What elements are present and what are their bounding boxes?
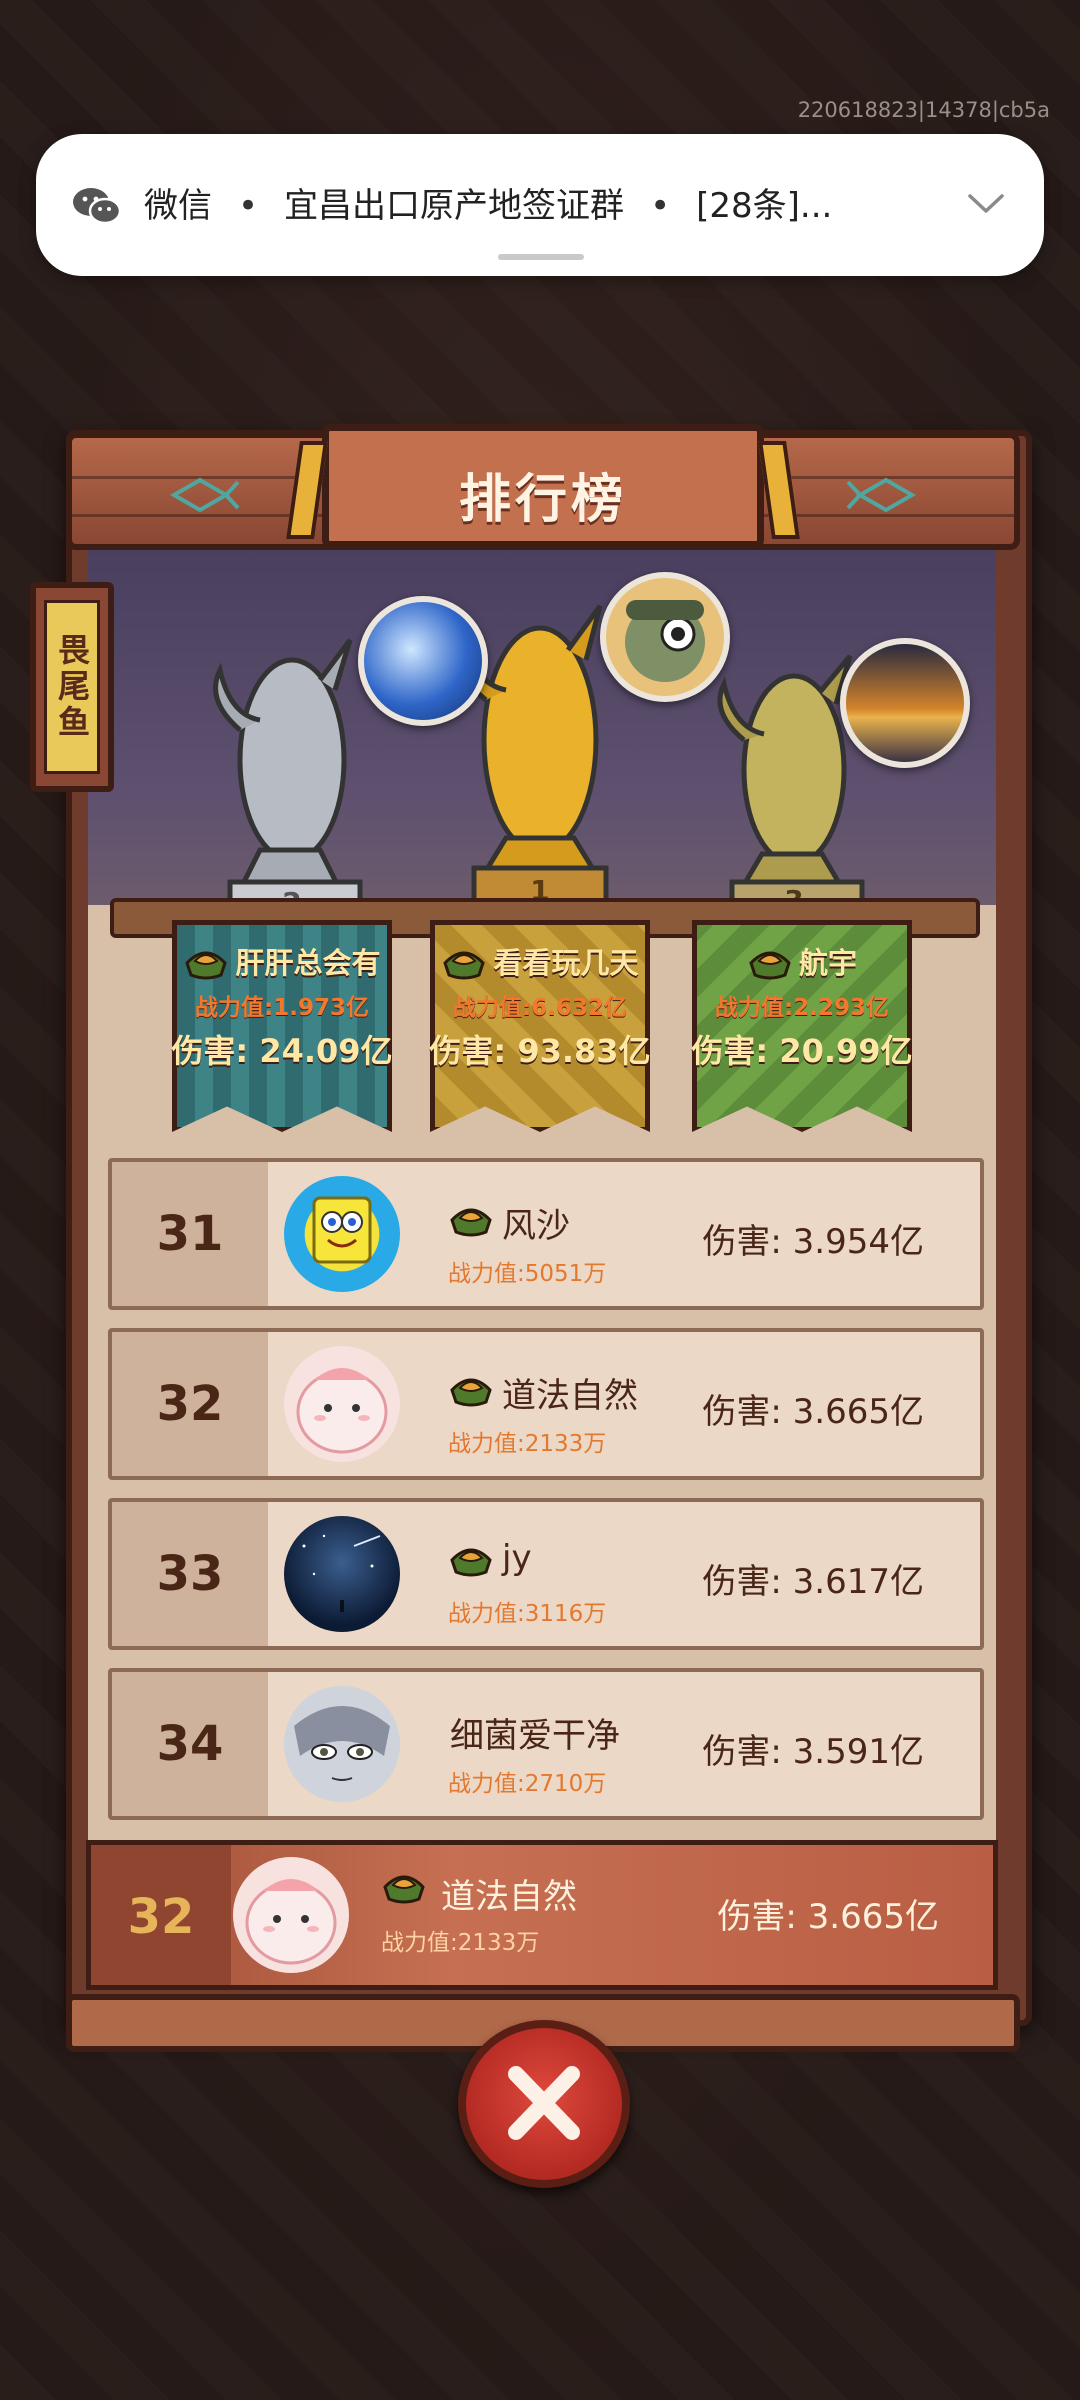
chevron-down-icon[interactable]	[966, 192, 1006, 216]
self-player-damage: 伤害: 3.665亿	[717, 1897, 939, 1937]
top-player-power: 战力值:2.293亿	[715, 995, 889, 1021]
rank-badge-icon	[383, 1875, 425, 1904]
wechat-icon	[73, 188, 122, 225]
row-rank: 32	[156, 1376, 224, 1432]
row-rank: 31	[156, 1206, 224, 1262]
build-id: 220618823|14378|cb5a	[797, 98, 1050, 122]
ranking-list[interactable]: 31 风沙 战力值:5051万 伤害: 3.954亿 32 道法自然 战力值:2…	[88, 1140, 996, 1840]
row-avatar[interactable]	[284, 1176, 400, 1292]
rank-badge-icon	[185, 951, 228, 980]
top-player-power: 战力值:1.973亿	[195, 995, 369, 1021]
title-plaque: 排行榜	[322, 424, 764, 548]
avatar-rank-1[interactable]	[600, 572, 730, 702]
rank-badge-icon	[450, 1378, 492, 1407]
row-player-name: jy	[502, 1538, 532, 1578]
avatar-rank-2[interactable]	[358, 596, 488, 726]
top-entry-rank-2[interactable]: 肝肝总会有 战力值:1.973亿 伤害: 24.09亿	[142, 940, 422, 1072]
ranking-row[interactable]: 34 细菌爱干净 战力值:2710万 伤害: 3.591亿	[108, 1668, 984, 1820]
fish-emblem-icon	[170, 477, 240, 513]
separator-dot: •	[238, 186, 259, 226]
row-avatar[interactable]	[284, 1516, 400, 1632]
side-tab-inner: 畏尾鱼	[44, 600, 100, 774]
spongebob-avatar-art	[312, 1196, 372, 1264]
top-entry-rank-1[interactable]: 看看玩几天 战力值:6.632亿 伤害: 93.83亿	[400, 940, 680, 1072]
rank-badge-icon	[749, 951, 791, 980]
top-player-damage: 伤害: 20.99亿	[691, 1032, 913, 1070]
top-name-row: 看看玩几天	[400, 940, 680, 982]
top-player-name: 航宇	[798, 946, 857, 980]
rank-badge-icon	[450, 1208, 492, 1237]
side-tab-label: 畏尾鱼	[53, 633, 91, 741]
night-sky-avatar-art	[302, 1534, 381, 1612]
self-rank: 32	[127, 1889, 195, 1945]
row-player-power: 战力值:3116万	[448, 1601, 607, 1627]
ranking-row[interactable]: 33 jy 战力值:3116万 伤害: 3.617亿	[108, 1498, 984, 1650]
row-player-damage: 伤害: 3.954亿	[702, 1222, 924, 1262]
top-entry-rank-3[interactable]: 航宇 战力值:2.293亿 伤害: 20.99亿	[662, 940, 942, 1072]
top-player-damage: 伤害: 93.83亿	[429, 1032, 651, 1070]
top-player-name: 肝肝总会有	[235, 946, 381, 980]
top-player-power: 战力值:6.632亿	[453, 995, 627, 1021]
notification-group-name: 宜昌出口原产地签证群	[284, 186, 625, 226]
wechat-notification[interactable]: 微信 • 宜昌出口原产地签证群 • [28条]...	[36, 134, 1044, 276]
notification-app-name: 微信	[144, 186, 212, 226]
row-rank: 33	[156, 1546, 224, 1602]
rank-badge-icon	[450, 1548, 492, 1577]
ranking-row[interactable]: 31 风沙 战力值:5051万 伤害: 3.954亿	[108, 1158, 984, 1310]
notification-count: [28条]...	[696, 186, 833, 226]
row-player-name: 风沙	[502, 1206, 570, 1246]
row-player-power: 战力值:5051万	[448, 1261, 607, 1287]
row-player-damage: 伤害: 3.617亿	[702, 1562, 924, 1602]
top-name-row: 航宇	[662, 940, 942, 982]
row-player-power: 战力值:2710万	[448, 1771, 607, 1797]
pink-blob-avatar-art	[296, 1368, 388, 1454]
notification-drag-handle[interactable]	[498, 254, 584, 260]
ranking-row[interactable]: 32 道法自然 战力值:2133万 伤害: 3.665亿	[108, 1328, 984, 1480]
top-name-row: 肝肝总会有	[142, 940, 422, 982]
row-avatar[interactable]	[284, 1346, 400, 1462]
row-player-damage: 伤害: 3.591亿	[702, 1732, 924, 1772]
separator-dot: •	[650, 186, 671, 226]
close-button[interactable]	[458, 2020, 630, 2188]
notification-text: 微信 • 宜昌出口原产地签证群 • [28条]...	[144, 178, 832, 227]
close-icon	[508, 2066, 580, 2140]
row-avatar[interactable]	[284, 1686, 400, 1802]
page-title: 排行榜	[458, 470, 627, 530]
row-player-name: 道法自然	[502, 1376, 638, 1416]
avatar-rank-3[interactable]	[840, 638, 970, 768]
row-player-name: 细菌爱干净	[450, 1716, 620, 1756]
avatar-rank-1-art	[625, 600, 705, 682]
anime-face-avatar-art	[294, 1706, 390, 1781]
side-tab-boss[interactable]: 畏尾鱼	[30, 582, 114, 792]
my-rank-bar[interactable]: 32 道法自然 战力值:2133万 伤害: 3.665亿	[86, 1840, 998, 1990]
rank-badge-icon	[443, 951, 486, 980]
top-player-damage: 伤害: 24.09亿	[171, 1032, 393, 1070]
top-player-name: 看看玩几天	[493, 946, 639, 980]
row-player-power: 战力值:2133万	[448, 1431, 607, 1457]
pink-blob-avatar-art	[245, 1879, 337, 1965]
self-avatar[interactable]	[233, 1857, 349, 1973]
fish-emblem-icon	[846, 477, 916, 513]
row-player-damage: 伤害: 3.665亿	[702, 1392, 924, 1432]
row-rank: 34	[156, 1716, 224, 1772]
self-player-power: 战力值:2133万	[381, 1930, 540, 1956]
self-player-name: 道法自然	[441, 1877, 577, 1917]
